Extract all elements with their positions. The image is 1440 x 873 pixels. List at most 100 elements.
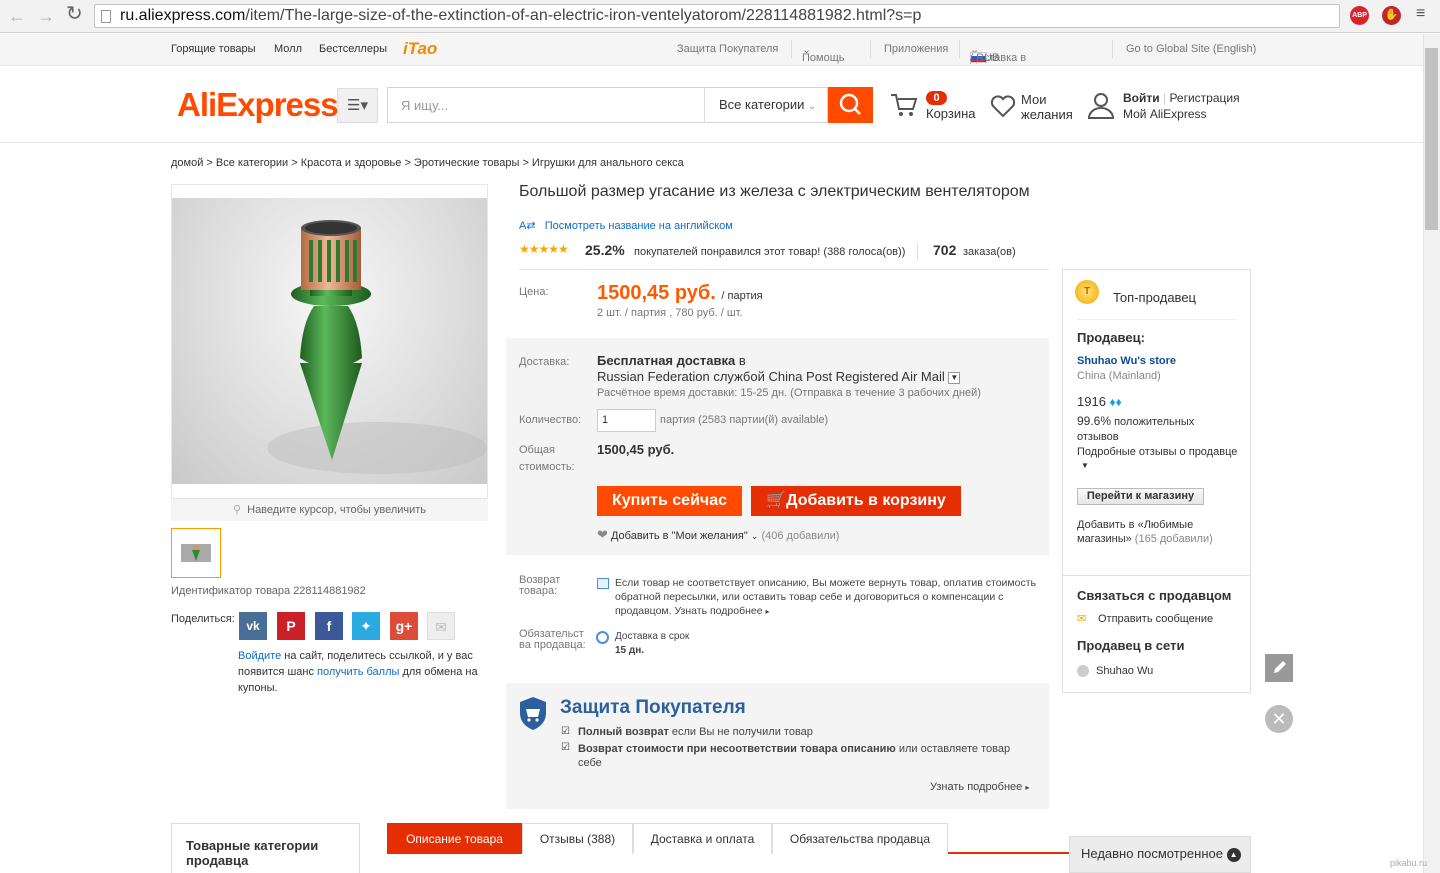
tab-shipping[interactable]: Доставка и оплата	[633, 823, 772, 854]
delivery-service[interactable]: Russian Federation службой China Post Re…	[597, 369, 961, 384]
rating-stars-icon: ★★★★★	[519, 242, 569, 256]
product-thumbnail[interactable]	[171, 528, 221, 578]
mall-link[interactable]: Молл	[274, 43, 302, 55]
cart-icon[interactable]	[889, 91, 919, 119]
facebook-share-icon[interactable]: f	[315, 612, 343, 640]
delivery-time: Расчётное время доставки: 15-25 дн. (Отп…	[597, 387, 981, 399]
login-share-link[interactable]: Войдите	[238, 650, 281, 662]
cart-count-badge: 0	[926, 91, 947, 105]
envelope-icon: ✉	[1077, 613, 1087, 625]
wishlist-link[interactable]: Мои желания	[1021, 92, 1073, 122]
seller-score[interactable]: 1916 ♦♦	[1077, 394, 1122, 409]
translate-icon: A⇄	[519, 220, 536, 232]
aliexpress-logo[interactable]: AliExpress	[177, 86, 339, 124]
add-to-wishlist[interactable]: ❤ Добавить в "Мои желания" ⌄ (406 добави…	[597, 527, 839, 543]
seller-online-name[interactable]: Shuhao Wu	[1096, 665, 1153, 677]
rating-text[interactable]: покупателей понравился этот товар! (388 …	[634, 246, 905, 258]
search-button[interactable]	[828, 87, 873, 123]
protection-learn-more[interactable]: Узнать подробнее ▸	[930, 780, 1029, 795]
protection-title: Защита Покупателя	[560, 697, 746, 718]
thumbnail-image	[181, 544, 211, 562]
site-header: AliExpress ☰▾ Я ищу... Все категории ⌄ 0…	[0, 66, 1423, 143]
breadcrumb[interactable]: домой > Все категории > Красота и здоров…	[171, 157, 684, 169]
feedback-edit-button[interactable]	[1265, 654, 1293, 682]
total-label: Общая стоимость:	[519, 444, 575, 473]
quantity-available: партия (2583 партии(й) available)	[660, 414, 829, 426]
recently-viewed-button[interactable]: Недавно посмотренное ▲	[1069, 836, 1251, 873]
product-title: Большой размер угасание из железа с элек…	[519, 183, 1030, 200]
bestsellers-link[interactable]: Бестселлеры	[319, 43, 387, 55]
register-link[interactable]: Регистрация	[1169, 91, 1239, 105]
search-input[interactable]: Я ищу...	[401, 98, 448, 113]
tab-description[interactable]: Описание товара	[387, 823, 522, 854]
store-name-link[interactable]: Shuhao Wu's store	[1077, 355, 1176, 367]
buy-now-button[interactable]: Купить сейчас	[597, 486, 742, 516]
browser-toolbar: ← → ↻ ru.aliexpress.com/item/The-large-s…	[0, 0, 1440, 33]
shield-icon	[520, 697, 546, 730]
hot-deals-link[interactable]: Горящие товары	[171, 43, 256, 55]
tab-reviews[interactable]: Отзывы (388)	[522, 823, 633, 854]
orders-label: заказа(ов)	[963, 246, 1016, 258]
reload-icon[interactable]: ↻	[66, 4, 83, 24]
quantity-label: Количество:	[519, 414, 582, 426]
googleplus-share-icon[interactable]: g+	[390, 612, 418, 640]
product-image[interactable]	[172, 198, 487, 484]
seller-label: Продавец:	[1077, 330, 1145, 345]
dropdown-arrow-icon[interactable]: ▼	[948, 372, 961, 384]
apps-link[interactable]: Приложения	[884, 43, 948, 55]
zoom-hint: ⚲ Наведите курсор, чтобы увеличить	[171, 499, 488, 521]
add-favorite-store-link[interactable]: Добавить в «Любимые магазины» (165 добави…	[1077, 518, 1213, 546]
get-points-link[interactable]: получить баллы	[317, 666, 399, 678]
product-id: Идентификатор товара 228114881982	[171, 585, 366, 597]
login-link[interactable]: Войти	[1123, 91, 1160, 105]
share-info: Войдите на сайт, поделитесь ссылкой, и у…	[238, 650, 478, 694]
positive-feedback: 99.6% положительных отзывов	[1077, 414, 1195, 443]
orders-count: 702	[933, 242, 957, 258]
itao-logo[interactable]: iTao	[403, 39, 437, 59]
go-to-store-button[interactable]: Перейти к магазину	[1077, 488, 1204, 505]
returns-text: Если товар не соответствует описанию, Вы…	[615, 577, 1036, 617]
share-label: Поделиться:	[171, 613, 235, 625]
free-delivery: Бесплатная доставка в	[597, 353, 746, 368]
detailed-feedback-link[interactable]: Подробные отзывы о продавце	[1077, 446, 1237, 458]
buyer-protection-panel: Защита Покупателя ☑ Полный возврат если …	[506, 683, 1049, 809]
email-share-icon[interactable]: ✉	[427, 612, 455, 640]
pinterest-share-icon[interactable]: P	[277, 612, 305, 640]
buyer-protection-link[interactable]: Защита Покупателя	[677, 43, 778, 55]
menu-icon[interactable]: ≡	[1416, 4, 1425, 24]
heart-icon[interactable]	[990, 94, 1016, 118]
magnifier-icon: ⚲	[232, 504, 241, 516]
adblock-icon[interactable]: ABP	[1350, 6, 1369, 25]
close-icon[interactable]: ✕	[1265, 705, 1293, 733]
categories-menu-button[interactable]: ☰▾	[337, 88, 378, 123]
vk-share-icon[interactable]: vk	[239, 612, 267, 640]
scrollbar-thumb[interactable]	[1425, 48, 1438, 230]
stop-extension-icon[interactable]: ✋	[1382, 6, 1401, 25]
translate-link[interactable]: A⇄ Посмотреть название на английском	[519, 219, 733, 232]
commitment-text: Доставка в срок 15 дн.	[615, 631, 690, 656]
forward-arrow-icon[interactable]: →	[37, 6, 55, 26]
rating-percent: 25.2%	[585, 242, 625, 258]
twitter-share-icon[interactable]: ✦	[352, 612, 380, 640]
offline-status-icon	[1077, 665, 1089, 677]
my-aliexpress-link[interactable]: Мой AliExpress	[1123, 107, 1207, 122]
caret-down-icon[interactable]: ▼	[1081, 461, 1089, 470]
search-category-select[interactable]: Все категории ⌄	[704, 88, 828, 122]
global-site-link[interactable]: Go to Global Site (English)	[1126, 43, 1256, 55]
quantity-input[interactable]: 1	[597, 409, 656, 432]
send-message-link[interactable]: Отправить сообщение	[1098, 613, 1213, 625]
help-menu[interactable]: Помощь ⌄	[802, 43, 845, 64]
add-to-cart-button[interactable]: 🛒Добавить в корзину	[751, 486, 961, 516]
search-box: Я ищу... Все категории ⌄	[387, 87, 828, 123]
contact-seller-title: Связаться с продавцом	[1077, 588, 1232, 603]
back-arrow-icon[interactable]: ←	[8, 6, 26, 26]
price-per-piece: 2 шт. / партия , 780 руб. / шт.	[597, 307, 743, 319]
seller-categories-box: Товарные категории продавца	[171, 823, 360, 873]
check-icon: ☑	[561, 726, 570, 737]
user-icon[interactable]	[1087, 91, 1115, 119]
tab-seller-guarantees[interactable]: Обязательства продавца	[772, 823, 948, 854]
cart-label[interactable]: Корзина	[926, 106, 976, 121]
delivery-currency-menu[interactable]: Доставка в / RUB ⌄	[970, 43, 1026, 64]
cart-plus-icon: 🛒	[766, 492, 787, 509]
address-bar[interactable]: ru.aliexpress.com/item/The-large-size-of…	[94, 4, 1340, 28]
